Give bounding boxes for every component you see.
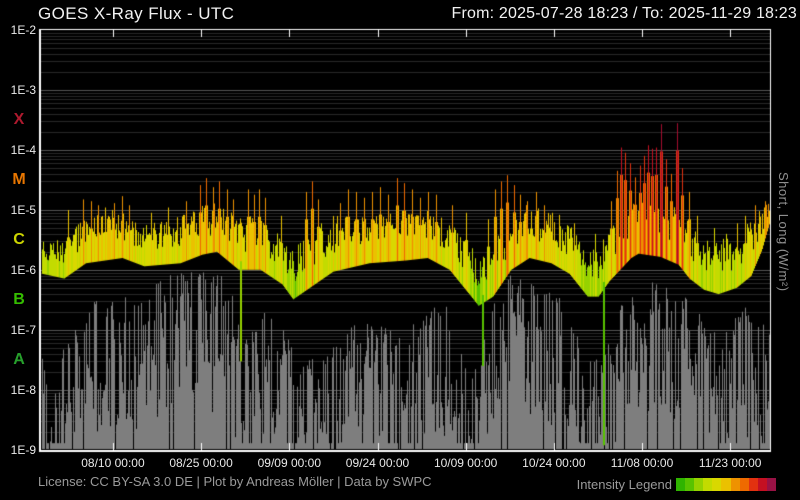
legend-color-swatch	[694, 478, 704, 491]
legend-color-swatch	[730, 478, 740, 491]
legend-color-swatch	[721, 478, 731, 491]
y-axis-tick-label: 1E-9	[10, 443, 36, 457]
y-axis-tick-label: 1E-5	[10, 203, 36, 217]
x-axis-tick-label: 08/25 00:00	[169, 456, 233, 470]
y-axis-tick-label: 1E-3	[10, 83, 36, 97]
class-label-b: B	[13, 291, 25, 308]
legend-color-swatch	[748, 478, 758, 491]
x-axis-tick-label: 10/09 00:00	[433, 456, 498, 470]
y-axis-tick-label: 1E-2	[10, 23, 36, 37]
legend-color-swatch	[712, 478, 722, 491]
legend-color-swatch	[739, 478, 749, 491]
goes-xray-flux-plot: GOES X-Ray Flux - UTC From: 2025-07-28 1…	[0, 0, 800, 500]
intensity-legend-label: Intensity Legend	[576, 477, 672, 492]
intensity-legend-bar	[676, 478, 777, 491]
legend-color-swatch	[676, 478, 686, 491]
y-axis-tick-label: 1E-6	[10, 263, 36, 277]
class-label-a: A	[13, 351, 25, 368]
legend-color-swatch	[757, 478, 767, 491]
date-range-label: From: 2025-07-28 18:23 / To: 2025-11-29 …	[451, 5, 797, 22]
class-label-x: X	[13, 111, 25, 128]
page-title: GOES X-Ray Flux - UTC	[38, 4, 235, 23]
y-axis-tick-label: 1E-7	[10, 323, 36, 337]
y-axis-tick-label: 1E-8	[10, 383, 36, 397]
x-axis-tick-label: 09/09 00:00	[257, 456, 321, 470]
legend-color-swatch	[703, 478, 713, 491]
x-axis-tick-label: 10/24 00:00	[522, 456, 586, 470]
right-axis-label: Short, Long (W/m²)	[776, 172, 791, 292]
legend-color-swatch	[685, 478, 695, 491]
flux-chart-canvas	[0, 0, 800, 500]
x-axis-tick-label: 11/08 00:00	[610, 456, 674, 470]
class-label-c: C	[13, 231, 25, 248]
x-axis-tick-label: 08/10 00:00	[81, 456, 145, 470]
class-label-m: M	[12, 171, 26, 188]
x-axis-tick-label: 11/23 00:00	[698, 456, 762, 470]
y-axis-tick-label: 1E-4	[10, 143, 36, 157]
x-axis-tick-label: 09/24 00:00	[345, 456, 410, 470]
license-text: License: CC BY-SA 3.0 DE | Plot by Andre…	[38, 474, 432, 489]
legend-color-swatch	[766, 478, 777, 491]
